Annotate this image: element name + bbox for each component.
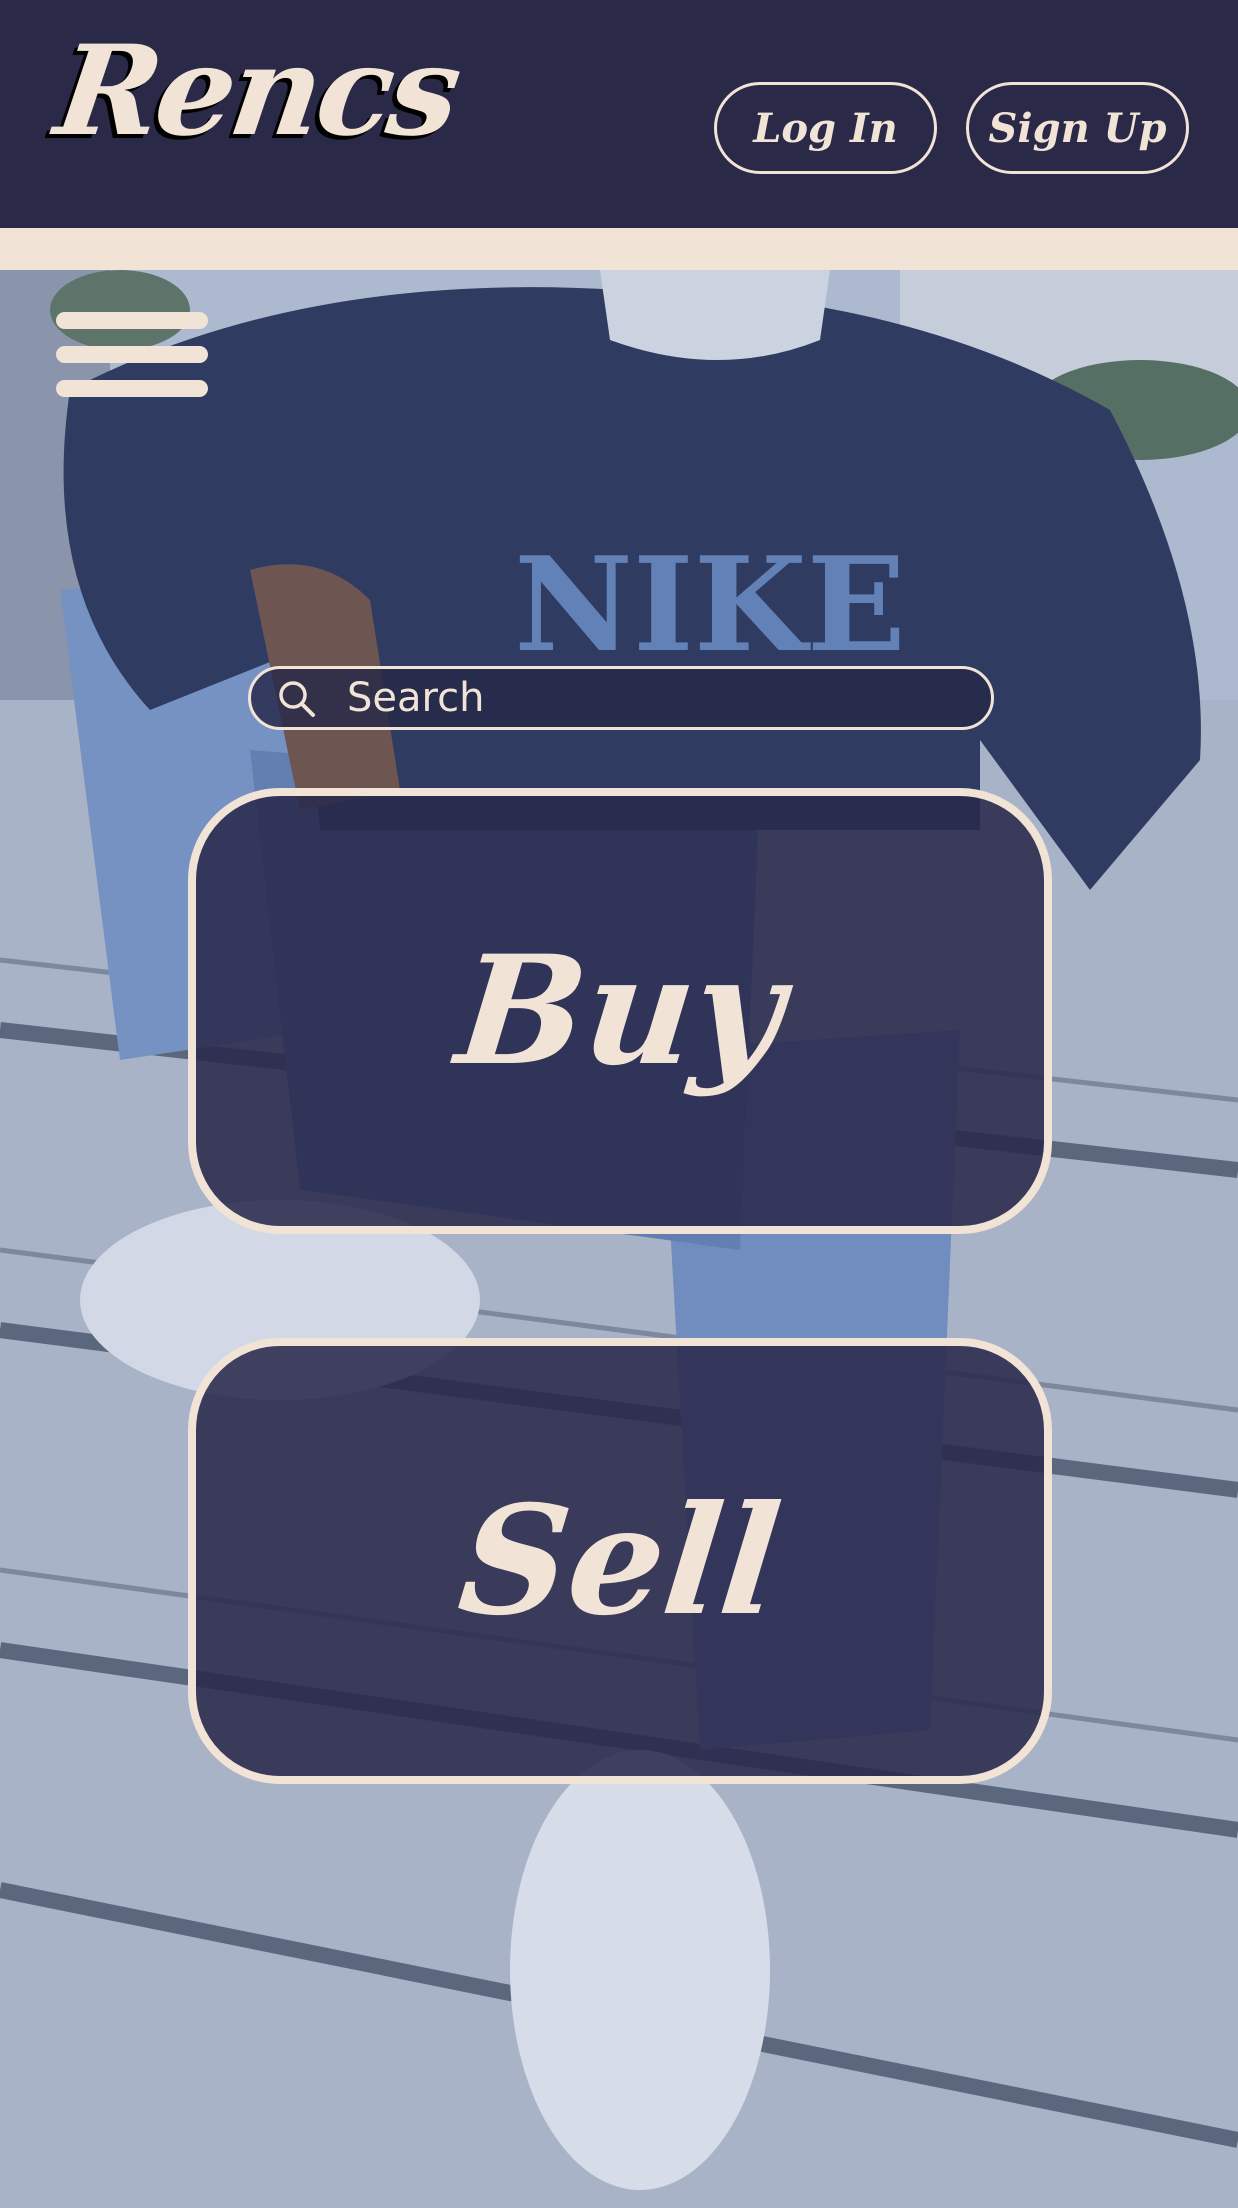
search-icon	[279, 681, 315, 717]
sell-button-label: Sell	[451, 1473, 789, 1649]
menu-bar-top	[56, 312, 208, 329]
brand-logo[interactable]: Rencs	[48, 19, 466, 164]
buy-button[interactable]: Buy	[188, 788, 1052, 1234]
hero-color-overlay	[0, 270, 1238, 2208]
top-header: Rencs Log In Sign Up	[0, 0, 1238, 228]
buy-button-label: Buy	[449, 923, 791, 1099]
menu-bar-middle	[56, 346, 208, 363]
hamburger-menu-icon[interactable]	[56, 312, 208, 400]
sign-up-button[interactable]: Sign Up	[966, 82, 1189, 174]
search-input[interactable]	[347, 673, 967, 723]
search-bar[interactable]	[248, 666, 994, 730]
log-in-button[interactable]: Log In	[714, 82, 937, 174]
hero-section: NIKE Buy Sell	[0, 270, 1238, 2208]
menu-bar-bottom	[56, 380, 208, 397]
sell-button[interactable]: Sell	[188, 1338, 1052, 1784]
header-divider-strip	[0, 228, 1238, 270]
